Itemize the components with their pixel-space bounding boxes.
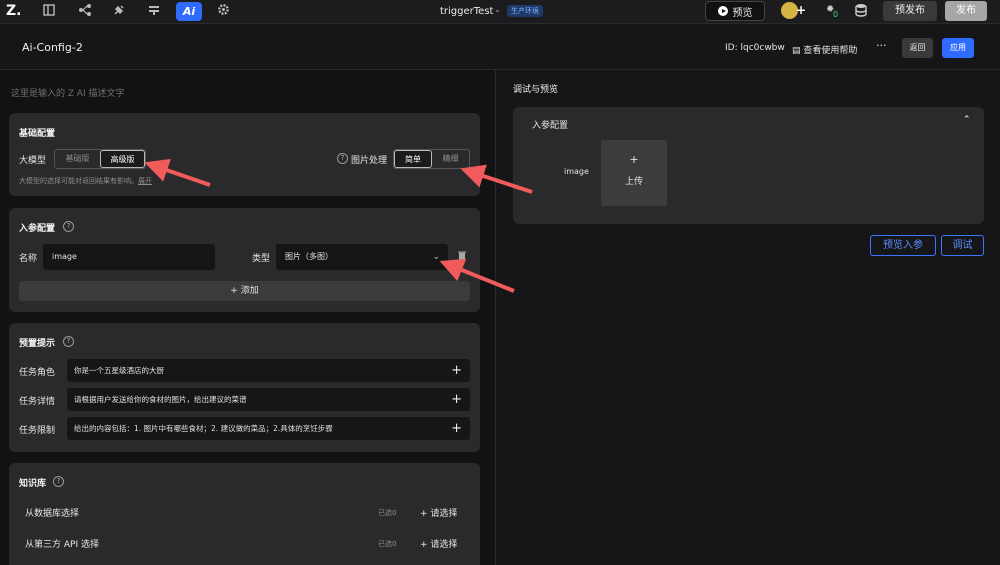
config-panel: 这里是输入的 Z AI 描述文字 基础配置 大模型 基础版 高级版 ? 图片处理… xyxy=(0,70,496,565)
upload-label: 上传 xyxy=(624,177,643,187)
image-option-simple[interactable]: 简单 xyxy=(394,150,432,168)
back-button[interactable]: 返回 xyxy=(902,38,933,58)
plugin-icon[interactable] xyxy=(110,3,128,21)
basic-config-title: 基础配置 xyxy=(19,129,56,139)
more-icon[interactable]: ··· xyxy=(876,39,887,52)
prompt-row-input[interactable]: 请根据用户发送给你的食材的图片，给出建议的菜谱 + xyxy=(67,388,470,411)
help-icon[interactable]: ? xyxy=(63,336,74,347)
image-processing-selector[interactable]: 简单 精细 xyxy=(393,149,470,169)
prompt-row-value: 请根据用户发送给你的食材的图片，给出建议的菜谱 xyxy=(74,395,247,404)
prompt-row-input[interactable]: 给出的内容包括：1. 图片中有哪些食材；2. 建议做的菜品；2.具体的烹饪步骤 … xyxy=(67,417,470,440)
help-link[interactable]: ▤ 查看使用帮助 xyxy=(792,43,857,56)
knowledge-select-button[interactable]: + 请选择 xyxy=(420,537,457,550)
database-tool-icon[interactable] xyxy=(145,3,163,21)
bug-count: 0 xyxy=(833,10,839,19)
config-id: ID: lqc0cwbw xyxy=(725,43,785,53)
prepublish-button[interactable]: 预发布 xyxy=(883,1,937,21)
model-hint-link[interactable]: 展开 xyxy=(138,177,152,185)
debug-params-panel: 入参配置 ⌃ image + 上传 xyxy=(513,107,984,224)
help-icon[interactable]: ? xyxy=(53,476,64,487)
delete-icon[interactable] xyxy=(458,251,466,264)
plus-icon[interactable]: + xyxy=(451,359,462,382)
prompt-config-card: 预置提示 ? 任务角色 你是一个五星级酒店的大厨 + 任务详情 请根据用户发送给… xyxy=(9,323,480,452)
prompt-row-label: 任务详情 xyxy=(19,397,56,407)
knowledge-row-label: 从数据库选择 xyxy=(25,509,80,519)
upload-button[interactable]: + 上传 xyxy=(601,140,667,206)
chevron-down-icon[interactable]: ⌄ xyxy=(494,5,501,14)
debug-button[interactable]: 调试 xyxy=(941,235,984,256)
database-icon[interactable] xyxy=(855,3,867,20)
param-type-select[interactable]: 图片（多图） ⌄ xyxy=(276,244,448,270)
add-collaborator-icon[interactable]: + xyxy=(796,3,806,17)
play-icon xyxy=(717,6,728,16)
param-type-label: 类型 xyxy=(252,254,271,264)
document-icon: ▤ xyxy=(792,46,801,56)
image-option-fine[interactable]: 精细 xyxy=(432,150,469,168)
knowledge-title: 知识库 xyxy=(19,479,47,489)
prompt-row-label: 任务限制 xyxy=(19,426,56,436)
chevron-down-icon: ⌄ xyxy=(432,252,440,262)
app-title[interactable]: triggerTest xyxy=(440,6,493,17)
help-icon[interactable]: ? xyxy=(63,221,74,232)
model-option-advanced[interactable]: 高级版 xyxy=(100,150,145,168)
knowledge-row-count: 已选0 xyxy=(378,509,397,517)
model-label: 大模型 xyxy=(19,156,47,166)
page-header: Ai-Config-2 ID: lqc0cwbw ▤ 查看使用帮助 ··· 返回… xyxy=(0,24,1000,70)
pages-icon[interactable] xyxy=(40,3,58,21)
prompt-row-input[interactable]: 你是一个五星级酒店的大厨 + xyxy=(67,359,470,382)
apply-button[interactable]: 应用 xyxy=(942,38,974,58)
flow-icon[interactable] xyxy=(76,3,94,21)
top-bar: Z. Ai triggerTest ⌄ 生产环境 预览 + ✹ 0 预发布 发布 xyxy=(0,0,1000,24)
app-logo[interactable]: Z. xyxy=(6,3,21,19)
help-label: 查看使用帮助 xyxy=(803,46,858,56)
ai-tab[interactable]: Ai xyxy=(176,2,202,21)
model-hint: 大模型的选择可能对返回结果有影响。展开 xyxy=(19,176,152,186)
publish-button[interactable]: 发布 xyxy=(945,1,987,21)
ai-description-input[interactable]: 这里是输入的 Z AI 描述文字 xyxy=(11,86,125,99)
model-hint-text: 大模型的选择可能对返回结果有影响。 xyxy=(19,177,138,185)
model-option-basic[interactable]: 基础版 xyxy=(55,150,100,168)
prompt-row-value: 给出的内容包括：1. 图片中有哪些食材；2. 建议做的菜品；2.具体的烹饪步骤 xyxy=(74,424,333,433)
debug-params-title: 入参配置 xyxy=(532,121,569,131)
prompt-row-value: 你是一个五星级酒店的大厨 xyxy=(74,366,164,375)
plus-icon: + xyxy=(629,153,639,166)
debug-title: 调试与预览 xyxy=(513,85,559,95)
add-param-button[interactable]: + 添加 xyxy=(19,281,470,301)
preview-params-button[interactable]: 预览入参 xyxy=(870,235,936,256)
knowledge-card: 知识库 ? 从数据库选择 已选0 + 请选择 从第三方 API 选择 已选0 +… xyxy=(9,463,480,565)
page-title: Ai-Config-2 xyxy=(22,41,83,54)
preview-label: 预览 xyxy=(732,7,753,19)
image-processing-label: 图片处理 xyxy=(351,156,388,166)
knowledge-row-count: 已选0 xyxy=(378,540,397,548)
param-name-input[interactable]: image xyxy=(43,244,215,270)
knowledge-row-label: 从第三方 API 选择 xyxy=(25,540,99,550)
help-icon[interactable]: ? xyxy=(337,153,348,164)
plus-icon[interactable]: + xyxy=(451,388,462,411)
basic-config-card: 基础配置 大模型 基础版 高级版 ? 图片处理 简单 精细 大模型的选择可能对返… xyxy=(9,113,480,196)
model-selector[interactable]: 基础版 高级版 xyxy=(54,149,146,169)
debug-panel: 调试与预览 入参配置 ⌃ image + 上传 预览入参 调试 xyxy=(497,70,1000,565)
prompt-row-label: 任务角色 xyxy=(19,368,56,378)
settings-icon[interactable] xyxy=(214,3,232,21)
environment-badge: 生产环境 xyxy=(507,5,543,17)
preview-button[interactable]: 预览 xyxy=(705,1,765,21)
debug-field-label: image xyxy=(564,167,589,176)
param-type-value: 图片（多图） xyxy=(285,252,333,261)
knowledge-select-button[interactable]: + 请选择 xyxy=(420,506,457,519)
param-name-label: 名称 xyxy=(19,254,38,264)
params-config-title: 入参配置 xyxy=(19,224,56,234)
chevron-up-icon[interactable]: ⌃ xyxy=(963,115,971,125)
plus-icon[interactable]: + xyxy=(451,417,462,440)
params-config-card: 入参配置 ? 名称 image 类型 图片（多图） ⌄ + 添加 xyxy=(9,208,480,312)
prompt-config-title: 预置提示 xyxy=(19,339,56,349)
